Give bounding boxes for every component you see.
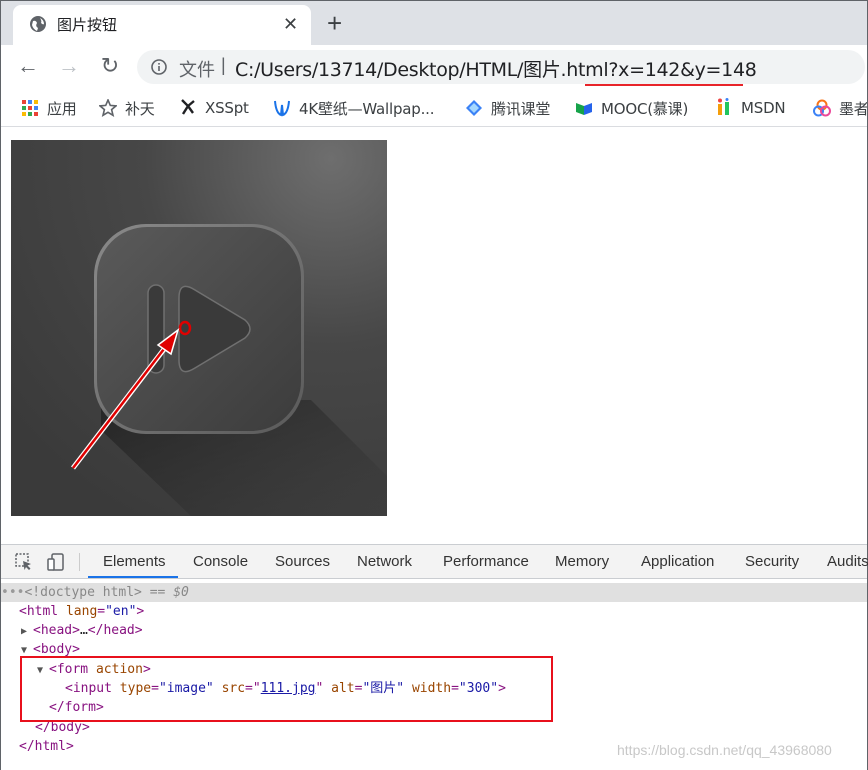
bookmark-mooc[interactable]: MOOC(慕课) <box>575 98 688 118</box>
bookmark-apps[interactable]: 应用 <box>21 98 77 118</box>
active-tab-indicator <box>88 576 178 578</box>
dom-line-html-close[interactable]: </html> <box>19 737 74 756</box>
tab-title: 图片按钮 <box>57 16 118 34</box>
browser-tab[interactable]: 图片按钮 ✕ <box>13 5 311 45</box>
apps-grid-icon <box>22 100 38 116</box>
tab-network[interactable]: Network <box>357 553 412 570</box>
dom-line-doctype[interactable]: •••<!doctype html> == $0 <box>1 583 867 602</box>
bookmark-mozhe[interactable]: 墨者 <box>813 98 867 118</box>
tab-console[interactable]: Console <box>193 553 248 570</box>
reload-button[interactable]: ↻ <box>97 53 123 79</box>
address-separator: | <box>221 55 226 75</box>
tab-sources[interactable]: Sources <box>275 553 330 570</box>
devtools-divider <box>79 553 80 571</box>
tab-elements[interactable]: Elements <box>103 553 166 570</box>
device-toolbar-icon[interactable] <box>47 553 65 571</box>
page-content <box>1 128 867 544</box>
msdn-icon <box>718 98 729 115</box>
tab-audits[interactable]: Audits <box>827 553 868 570</box>
url-underline-annotation <box>585 84 743 86</box>
tab-memory[interactable]: Memory <box>555 553 609 570</box>
tab-security[interactable]: Security <box>745 553 799 570</box>
bookmark-wallpaper[interactable]: 4K壁纸—Wallpap... <box>273 98 435 118</box>
bookmark-butian[interactable]: 补天 <box>99 98 155 118</box>
wallpaper-icon <box>274 100 290 117</box>
bookmark-msdn[interactable]: MSDN <box>715 98 786 118</box>
new-tab-button[interactable]: + <box>327 9 342 37</box>
tab-strip: 图片按钮 ✕ + <box>1 1 867 45</box>
url-text[interactable]: C:/Users/13714/Desktop/HTML/图片.html?x=14… <box>235 55 757 82</box>
dom-line-head[interactable]: ▶ <head>…</head> <box>21 621 143 640</box>
form-highlight-annotation <box>20 656 553 722</box>
image-submit-button[interactable] <box>11 140 387 516</box>
forward-button[interactable]: → <box>56 53 82 79</box>
inspect-element-icon[interactable] <box>15 553 33 571</box>
watermark: https://blog.csdn.net/qq_43968080 <box>617 742 832 758</box>
tab-performance[interactable]: Performance <box>443 553 529 570</box>
bookmark-xsspt[interactable]: XSSpt <box>179 98 249 118</box>
dom-line-html[interactable]: <html lang="en"> <box>19 602 144 621</box>
back-button[interactable]: ← <box>15 53 41 79</box>
devtools-panel: Elements Console Sources Network Perform… <box>1 544 868 770</box>
globe-icon <box>30 16 46 32</box>
file-label: 文件 <box>179 60 215 81</box>
star-icon <box>99 99 117 117</box>
tab-application[interactable]: Application <box>641 553 714 570</box>
mooc-icon <box>576 103 592 115</box>
bookmarks-bar: 应用 补天 XSSpt 4K壁纸—Wallpap... 腾讯课堂 MOOC(慕课… <box>1 89 867 127</box>
mozhe-icon <box>813 99 831 117</box>
toolbar: ← → ↻ 文件 | C:/Users/13714/Desktop/HTML/图… <box>1 45 867 89</box>
info-icon[interactable] <box>151 59 167 75</box>
address-bar[interactable]: 文件 | C:/Users/13714/Desktop/HTML/图片.html… <box>137 50 865 84</box>
close-icon[interactable]: ✕ <box>283 14 298 34</box>
xsspt-icon <box>181 99 195 115</box>
devtools-tab-bar: Elements Console Sources Network Perform… <box>1 545 868 579</box>
tencent-classroom-icon <box>466 100 482 116</box>
bookmark-tencent-classroom[interactable]: 腾讯课堂 <box>465 98 550 118</box>
expand-triangle-icon[interactable]: ▶ <box>21 622 33 641</box>
